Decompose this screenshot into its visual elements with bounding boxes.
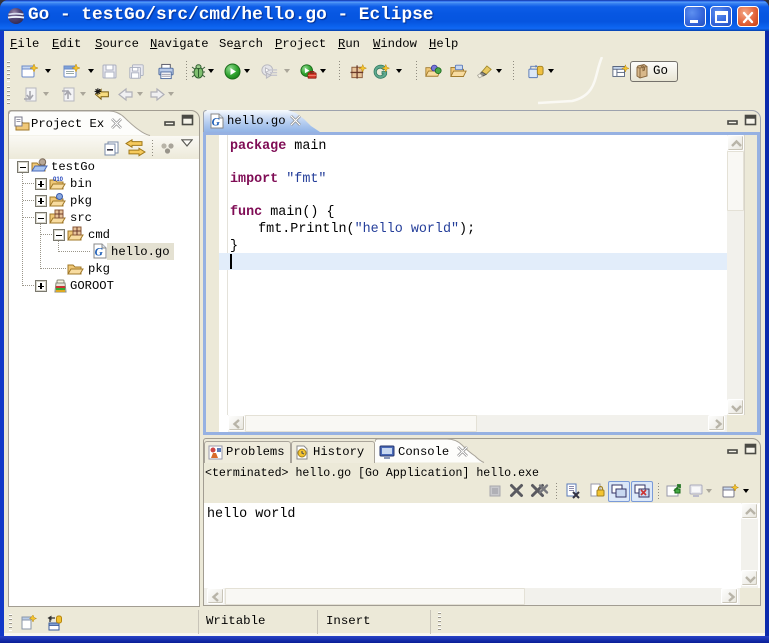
svg-text:010: 010	[53, 177, 64, 183]
svg-text:G: G	[212, 117, 221, 129]
svg-text:G: G	[95, 247, 104, 259]
